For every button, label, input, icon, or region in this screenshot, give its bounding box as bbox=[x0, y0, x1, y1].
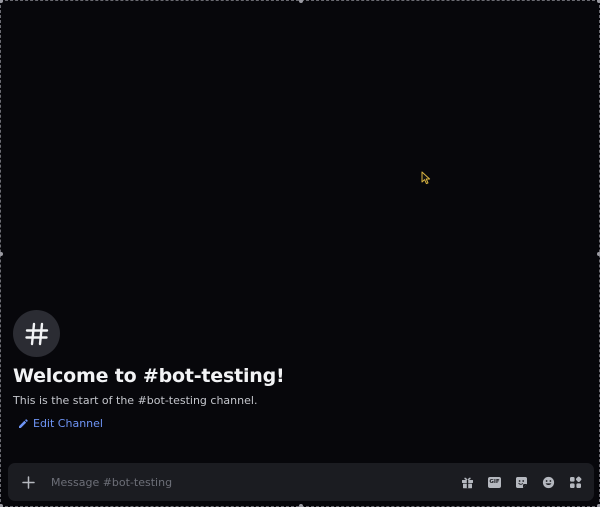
edit-channel-label: Edit Channel bbox=[33, 417, 103, 430]
gift-button[interactable] bbox=[459, 474, 476, 491]
edit-channel-button[interactable]: Edit Channel bbox=[18, 417, 284, 430]
resize-handle[interactable] bbox=[0, 0, 3, 3]
apps-button[interactable] bbox=[567, 474, 584, 491]
channel-welcome: Welcome to #bot-testing! This is the sta… bbox=[13, 310, 285, 430]
gif-button[interactable]: GIF bbox=[486, 474, 503, 491]
message-input[interactable] bbox=[48, 463, 459, 501]
plus-icon bbox=[21, 475, 35, 489]
sticker-button[interactable] bbox=[513, 474, 530, 491]
message-composer: GIF bbox=[8, 463, 594, 501]
sticker-icon bbox=[516, 476, 527, 488]
welcome-title: Welcome to #bot-testing! bbox=[13, 365, 285, 387]
emoji-icon bbox=[542, 476, 555, 488]
pencil-icon bbox=[19, 418, 28, 428]
apps-icon bbox=[570, 476, 582, 488]
resize-handle[interactable] bbox=[0, 252, 3, 256]
resize-handle[interactable] bbox=[299, 0, 303, 3]
welcome-subtitle: This is the start of the #bot-testing ch… bbox=[13, 394, 258, 407]
attach-button[interactable] bbox=[8, 463, 48, 501]
channel-hash-avatar bbox=[13, 310, 60, 357]
hash-icon bbox=[24, 322, 48, 345]
composer-tools: GIF bbox=[459, 474, 594, 491]
gif-icon: GIF bbox=[488, 476, 501, 488]
chat-window: Welcome to #bot-testing! This is the sta… bbox=[0, 0, 600, 507]
mouse-cursor-icon bbox=[421, 171, 431, 185]
gift-icon bbox=[462, 477, 473, 488]
emoji-button[interactable] bbox=[540, 474, 557, 491]
